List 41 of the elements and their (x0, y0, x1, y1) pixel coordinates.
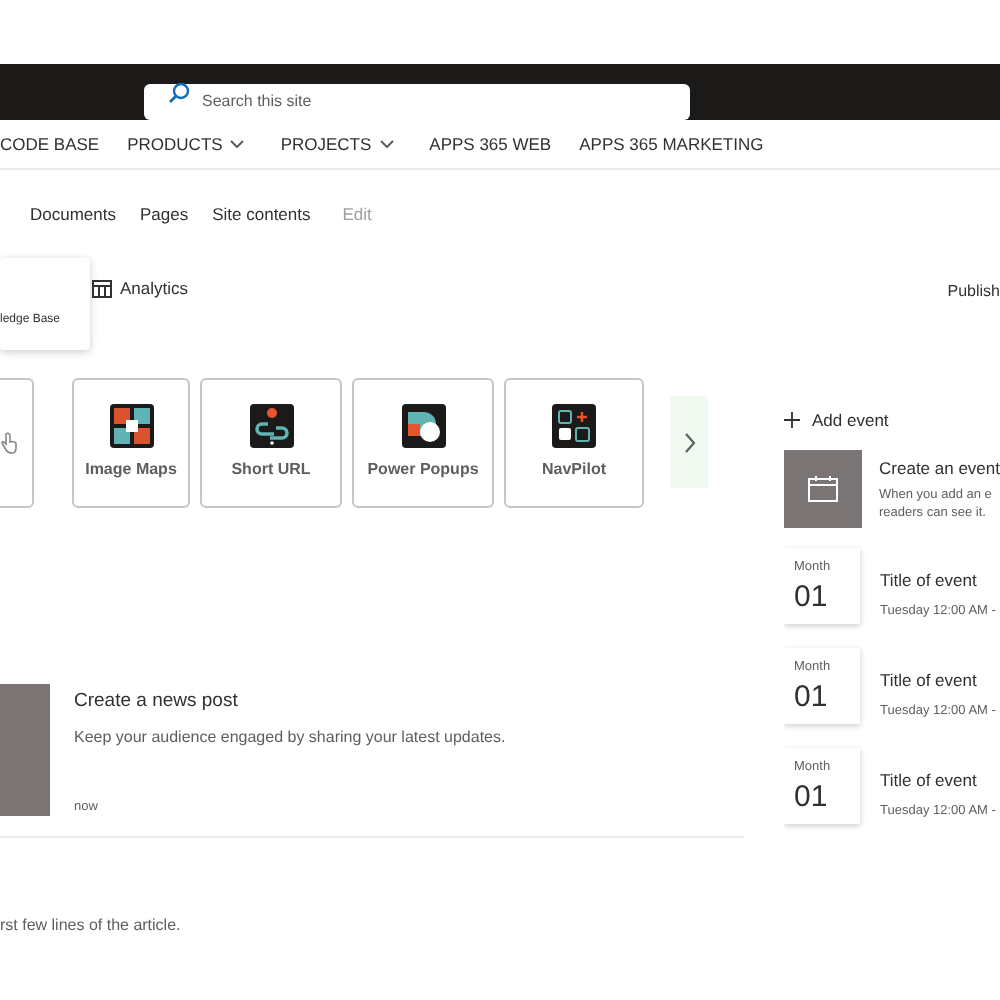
event-title[interactable]: Create an event (879, 456, 1000, 482)
app-logo-icon (109, 403, 153, 447)
nav-link[interactable]: Pages (140, 201, 189, 227)
event-title[interactable]: Title of event (880, 668, 996, 694)
hand-cursor-icon (0, 431, 18, 453)
app-logo-icon (552, 403, 596, 447)
add-event-button[interactable]: Add event (784, 408, 1000, 432)
table-icon (92, 279, 112, 298)
news-thumbnail (0, 684, 50, 816)
app-name: NavPilot (541, 457, 606, 481)
nav-link[interactable]: APPS 365 WEB (429, 131, 552, 157)
news-title[interactable]: Create a news post (74, 688, 506, 717)
app-name: Short URL (231, 457, 311, 481)
next-arrow-button[interactable] (670, 396, 708, 488)
nav-link[interactable]: PROJECTS (280, 131, 394, 157)
chevron-down-icon (230, 140, 245, 148)
search-field[interactable]: Search this site (144, 83, 690, 119)
event-title[interactable]: Title of event (880, 768, 996, 794)
nav-link[interactable]: Site contents (212, 201, 311, 227)
event-title[interactable]: Title of event (880, 568, 996, 594)
nav-link[interactable]: Documents (30, 201, 116, 227)
app-tile[interactable]: Short URL (200, 377, 342, 507)
app-tile[interactable]: NavPilot (504, 377, 644, 507)
nav-link[interactable]: PRODUCTS (127, 131, 245, 157)
app-tile[interactable]: Power Popups (352, 377, 494, 507)
app-name: Image Maps (85, 457, 177, 481)
app-tile[interactable]: Image Maps (72, 377, 190, 507)
analytics-button[interactable]: Analytics (92, 276, 189, 302)
plus-icon (784, 412, 800, 428)
chevron-down-icon (379, 140, 394, 148)
news-description: Keep your audience engaged by sharing your latest updates. (74, 726, 506, 751)
nav-link[interactable]: APPS 365 MARKETING (579, 131, 764, 157)
publish-button[interactable]: Publish (947, 280, 1000, 304)
app-name: Power Popups (367, 457, 479, 481)
app-logo-icon (249, 403, 293, 447)
nav-link[interactable]: CODE BASE (0, 131, 100, 157)
chevron-right-icon (683, 431, 695, 453)
article-excerpt: rst few lines of the article. (0, 916, 181, 934)
calendar-icon (807, 476, 838, 502)
app-tile[interactable] (0, 377, 34, 507)
app-logo-icon (401, 403, 445, 447)
